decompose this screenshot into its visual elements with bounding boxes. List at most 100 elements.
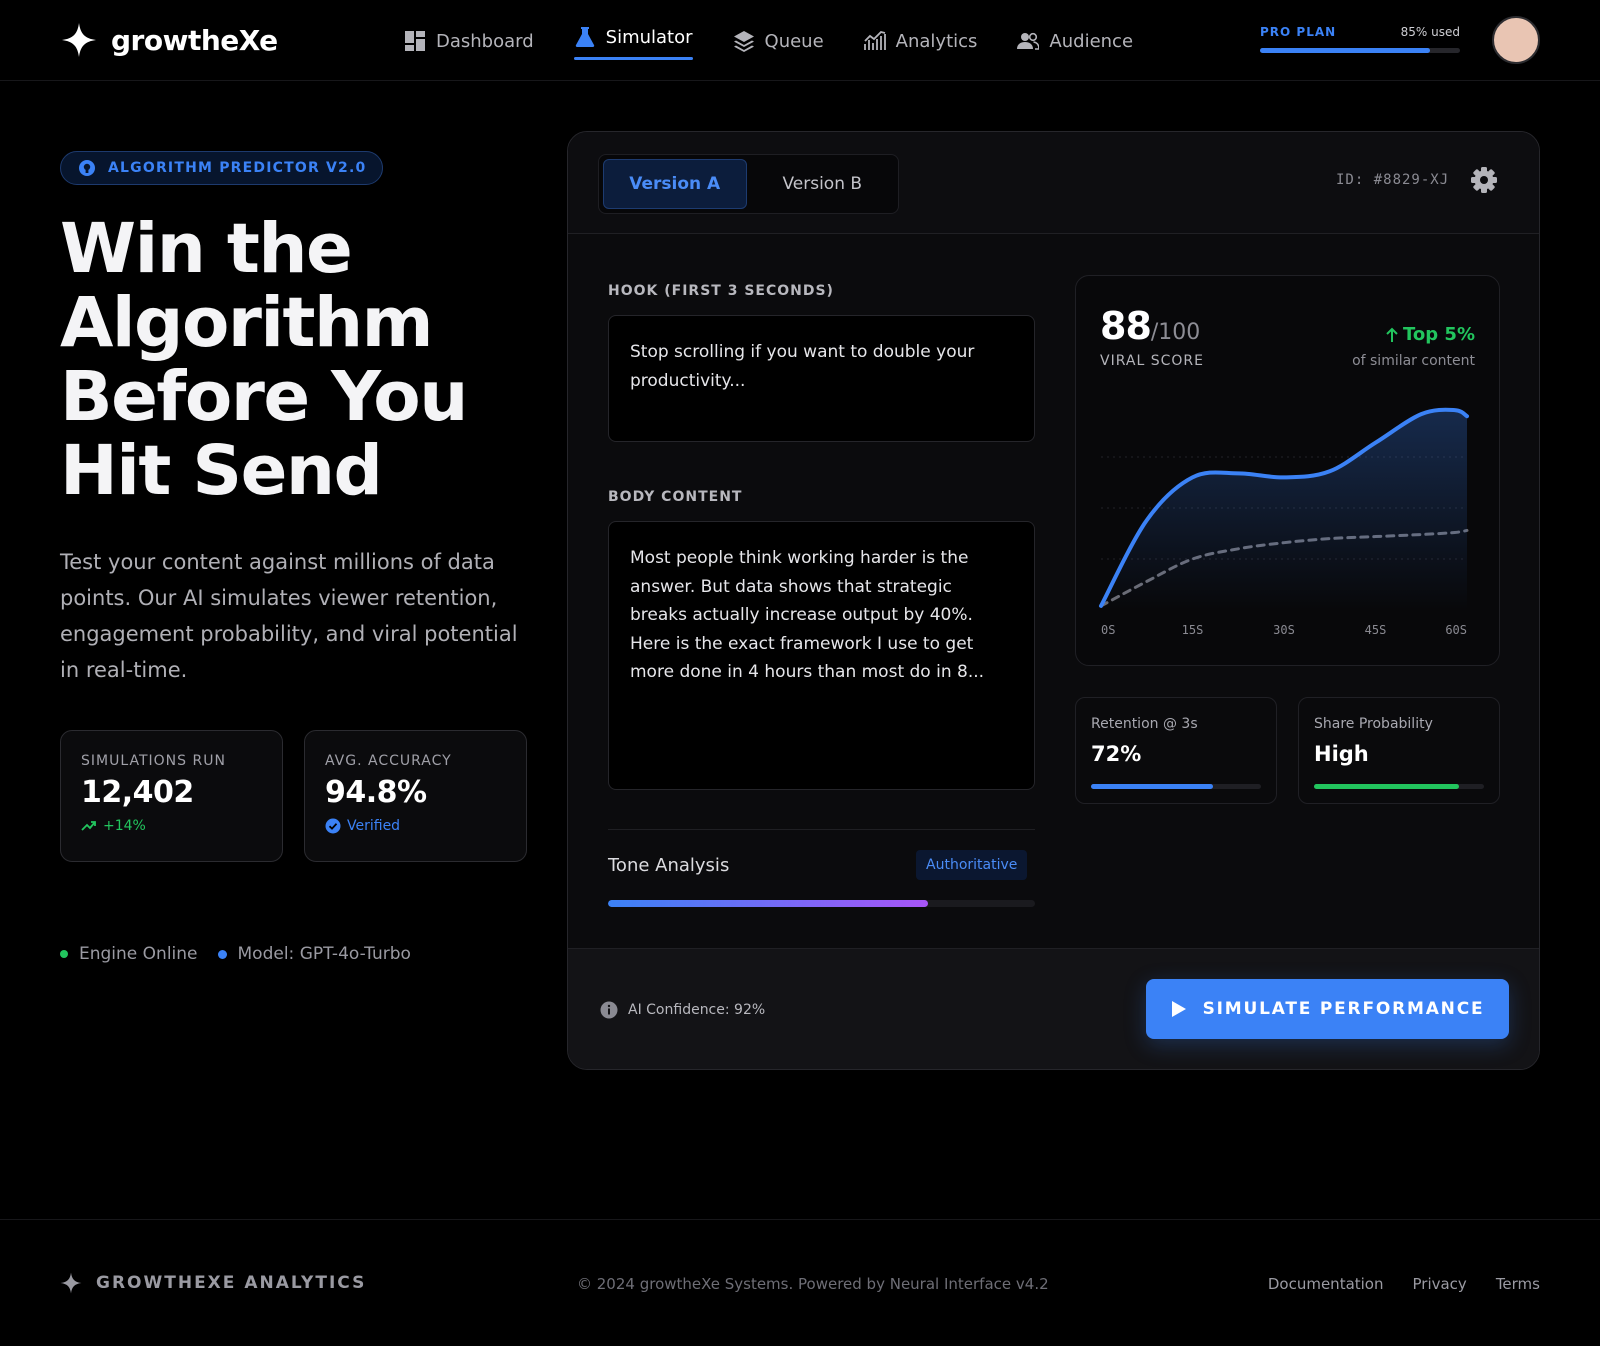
stat-value: 94.8% [325,775,427,810]
hook-textarea[interactable]: Stop scrolling if you want to double you… [608,315,1035,442]
ai-confidence: AI Confidence: 92% [600,1001,765,1019]
chart-x-tick-label: 30S [1273,623,1295,637]
app-name: growtheXe [111,23,278,57]
plan-usage-fill [1260,48,1430,53]
badge-text: ALGORITHM PREDICTOR V2.0 [108,160,367,176]
score-rank-text: Top 5% [1403,324,1475,345]
dashboard-grid-icon [405,31,425,51]
stat-card-accuracy: AVG. ACCURACY 94.8% Verified [304,730,527,862]
body-textarea[interactable]: Most people think working harder is the … [608,521,1035,790]
footer-link-terms[interactable]: Terms [1496,1275,1540,1293]
plan-used-text: 85% used [1400,25,1460,39]
panel-footer: AI Confidence: 92% SIMULATE PERFORMANCE [568,948,1539,1069]
play-icon [1171,1001,1186,1017]
plan-usage-bar [1260,48,1460,53]
metric-value: High [1314,742,1369,766]
confidence-text: AI Confidence: 92% [628,1002,766,1018]
simulation-id: ID: #8829-XJ [1336,172,1450,188]
simulate-button-label: SIMULATE PERFORMANCE [1202,999,1485,1019]
nav-item-audience[interactable]: Audience [1017,24,1133,58]
chart-x-tick-label: 60S [1445,623,1467,637]
divider [608,829,1035,830]
score-rank: Top 5% [1385,324,1475,345]
nav-label: Dashboard [436,30,534,52]
logo[interactable]: growtheXe [61,22,278,58]
score-rank-sub: of similar content [1352,353,1475,369]
stat-label: SIMULATIONS RUN [81,753,226,769]
tone-bar-fill [608,900,929,907]
metric-card-retention: Retention @ 3s 72% [1075,697,1277,804]
arrow-up-icon [1386,327,1398,342]
stat-change: +14% [103,818,146,834]
top-header: growtheXe Dashboard Simulator Queue Anal… [0,0,1600,81]
status-dot-model [217,949,227,959]
panel-header: Version A Version B ID: #8829-XJ [568,132,1539,234]
version-tabs: Version A Version B [598,154,899,214]
layers-icon [733,31,754,52]
stat-verified: Verified [347,818,401,834]
status-model: Model: GPT-4o-Turbo [237,944,411,964]
sparkle-logo-icon [60,1272,82,1294]
metric-card-share: Share Probability High [1298,697,1500,804]
stat-value: 12,402 [81,775,194,810]
metric-label: Retention @ 3s [1091,716,1198,732]
chart-x-tick-label: 45S [1365,623,1387,637]
footer-links: Documentation Privacy Terms [1268,1275,1540,1293]
footer-brand: GROWTHEXE ANALYTICS [60,1272,366,1294]
score-max: /100 [1150,320,1201,345]
footer-copyright: © 2024 growtheXe Systems. Powered by Neu… [577,1275,1049,1293]
engine-status: Engine Online Model: GPT-4o-Turbo [60,944,411,964]
hero-title-line: Algorithm [60,283,434,363]
sparkle-logo-icon [62,23,96,57]
metric-bar [1091,784,1261,789]
metric-value: 72% [1091,742,1142,766]
tone-label: Tone Analysis [608,855,730,876]
nav-item-queue[interactable]: Queue [733,24,824,58]
nav-label: Audience [1049,30,1134,52]
tab-version-a[interactable]: Version A [603,159,747,209]
nav-label: Simulator [605,26,693,48]
metric-label: Share Probability [1314,716,1433,732]
info-icon [600,1001,618,1019]
avatar[interactable] [1492,16,1540,64]
stat-card-simulations: SIMULATIONS RUN 12,402 +14% [60,730,283,862]
footer-link-privacy[interactable]: Privacy [1413,1275,1467,1293]
chart-x-tick-label: 0S [1101,623,1115,637]
tab-version-b[interactable]: Version B [751,159,895,209]
metric-bar-fill [1314,784,1459,789]
hero-title-line: Before You [60,357,468,437]
nav-item-analytics[interactable]: Analytics [863,24,978,58]
brain-icon [79,160,95,176]
hero-title-line: Win the [60,209,353,289]
score-label: VIRAL SCORE [1100,353,1204,369]
status-dot-online [60,950,68,958]
hero-title: Win the Algorithm Before You Hit Send [60,212,530,508]
analytics-chart-icon [863,31,886,50]
chart-x-tick-label: 15S [1182,623,1204,637]
nav-item-simulator[interactable]: Simulator [573,20,693,60]
score-value: 88 [1100,304,1152,348]
gear-icon[interactable] [1470,166,1498,194]
metric-bar [1314,784,1484,789]
nav-label: Queue [764,30,824,52]
status-engine: Engine Online [79,944,198,964]
hero-subtitle: Test your content against millions of da… [60,550,518,682]
predictor-badge: ALGORITHM PREDICTOR V2.0 [60,151,384,185]
body-label: BODY CONTENT [608,489,743,505]
nav-item-dashboard[interactable]: Dashboard [404,24,534,58]
plan-usage: PRO PLAN 85% used [1260,25,1460,53]
trending-up-icon [81,821,96,831]
simulate-performance-button[interactable]: SIMULATE PERFORMANCE [1146,979,1509,1039]
footer-link-documentation[interactable]: Documentation [1268,1275,1384,1293]
footer-brand-text: GROWTHEXE ANALYTICS [96,1273,367,1293]
simulator-panel: Version A Version B ID: #8829-XJ HOOK (F… [567,131,1540,1070]
hero-title-line: Hit Send [60,431,383,511]
flask-icon [575,27,594,47]
page-footer: GROWTHEXE ANALYTICS © 2024 growtheXe Sys… [0,1219,1600,1346]
tone-badge: Authoritative [916,850,1028,880]
verified-check-icon [325,818,341,834]
users-icon [1017,32,1040,50]
nav-label: Analytics [895,30,978,52]
retention-chart: 0S 15S 30S 45S 60S [1099,407,1469,637]
viral-score-card: 88/100 VIRAL SCORE Top 5% of similar con… [1075,275,1500,666]
